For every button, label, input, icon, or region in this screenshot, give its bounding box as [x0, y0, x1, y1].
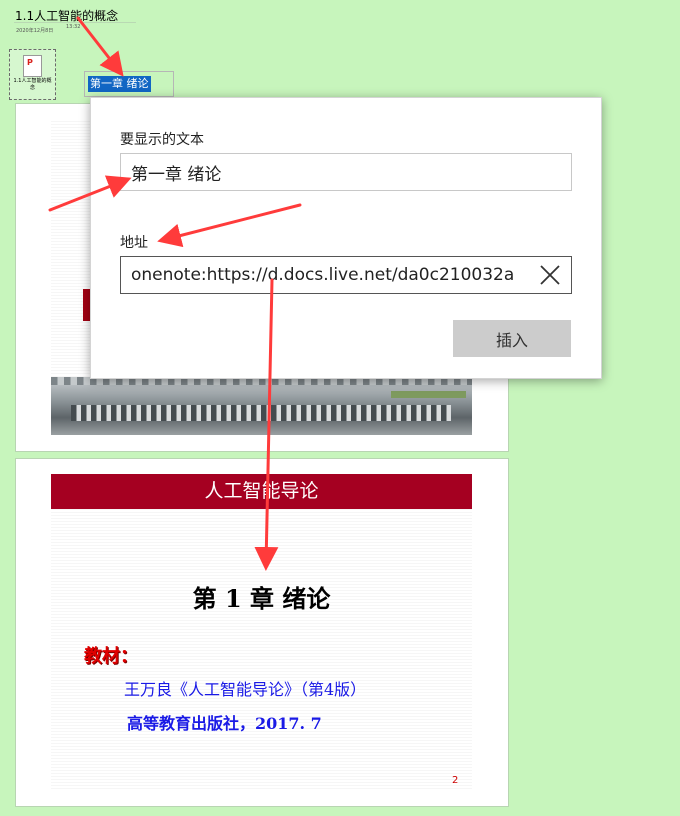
display-text-label: 要显示的文本 [120, 132, 204, 148]
attachment-caption: 1.1人工智能的概念 [13, 78, 52, 91]
building-windows [71, 405, 451, 421]
close-icon [540, 265, 560, 285]
page-time: 13:32 [66, 24, 81, 30]
pdf-icon-glyph: P [27, 58, 33, 67]
slide-2-page-number: 2 [452, 775, 459, 786]
slide-2-publisher: 高等教育出版社，2017. 7 [127, 714, 322, 733]
arrow-title-to-link [76, 16, 124, 77]
slide-2-heading: 第 1 章 绪论 [192, 584, 331, 613]
slide-2-banner: 人工智能导论 [51, 474, 472, 509]
pdf-attachment[interactable]: P 1.1人工智能的概念 [9, 49, 56, 100]
pdf-icon: P [23, 55, 42, 77]
insert-button[interactable]: 插入 [453, 320, 571, 357]
address-input[interactable] [120, 256, 572, 294]
page-date: 2020年12月8日 [16, 28, 54, 34]
display-text-input[interactable] [120, 153, 572, 191]
roof-garden [391, 391, 466, 398]
link-dialog: 要显示的文本 地址 插入 [90, 97, 602, 379]
address-label: 地址 [120, 235, 148, 251]
selected-link-text[interactable]: 第一章 绪论 [88, 76, 151, 92]
slide-2-textbook-label: 教材： [84, 646, 138, 667]
title-underline [14, 22, 136, 23]
slide-2-book-title: 王万良《人工智能导论》（第4版） [124, 680, 367, 699]
clear-address-button[interactable] [537, 262, 563, 288]
slide-2-printout: 人工智能导论 第 1 章 绪论 教材： 王万良《人工智能导论》（第4版） 高等教… [15, 458, 509, 807]
campus-photo [51, 377, 472, 435]
slide-2-image: 人工智能导论 第 1 章 绪论 教材： 王万良《人工智能导论》（第4版） 高等教… [51, 474, 472, 790]
